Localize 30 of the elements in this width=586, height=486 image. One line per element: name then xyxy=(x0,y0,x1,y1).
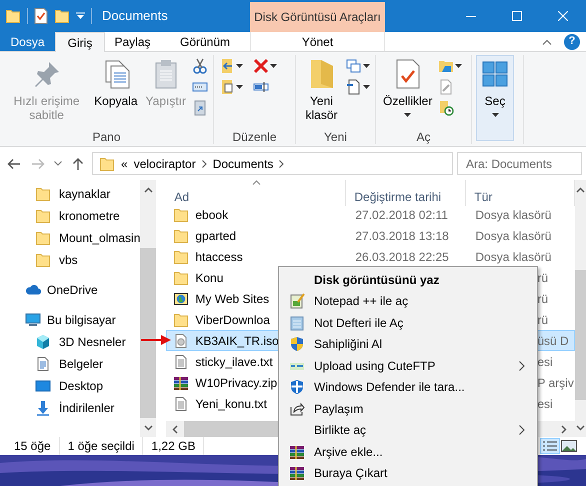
file-name: Yeni_konu.txt xyxy=(195,396,267,412)
type-cell-text: rü xyxy=(536,270,550,286)
group-label: Aç xyxy=(415,129,432,144)
date-cell-text: 27.02.2018 02:11 xyxy=(354,206,449,224)
group-label: Düzenle xyxy=(231,129,278,144)
file-name: Konu xyxy=(195,270,224,286)
group-label: Yeni xyxy=(323,129,348,144)
type-cell-text: üsü D xyxy=(536,332,570,350)
type-cell-text: rü xyxy=(536,312,550,328)
date-cell-text: 26.03.2018 22:25 xyxy=(354,248,450,266)
context-tab-group: Disk Görüntüsü Araçları xyxy=(250,2,385,32)
file-name: htaccess xyxy=(195,248,243,266)
file-name: My Web Sites xyxy=(195,290,270,308)
file-name: W10Privacy.zip xyxy=(195,374,278,392)
file-name: ViberDownloa xyxy=(195,312,270,328)
file-name: ebook xyxy=(195,206,228,224)
file-name: gparted xyxy=(195,228,236,244)
date-cell-text: 27.03.2018 13:18 xyxy=(354,228,450,244)
type-cell-text: esi xyxy=(536,396,554,412)
window-title: Documents xyxy=(102,7,168,26)
overflow-marker: « xyxy=(121,156,128,172)
type-cell-text: esi xyxy=(536,354,554,370)
group-label: Pano xyxy=(91,129,122,144)
type-cell-text: Dosya klasörü xyxy=(474,228,552,244)
type-cell-text: Dosya klasörü xyxy=(474,248,552,266)
type-cell-text: rü xyxy=(536,290,550,308)
type-cell-text: Dosya klasörü xyxy=(474,206,552,224)
type-cell-text: P arşiv xyxy=(536,374,574,392)
file-name: KB3AIK_TR.iso xyxy=(195,332,279,350)
file-name: sticky_ilave.txt xyxy=(195,354,273,370)
